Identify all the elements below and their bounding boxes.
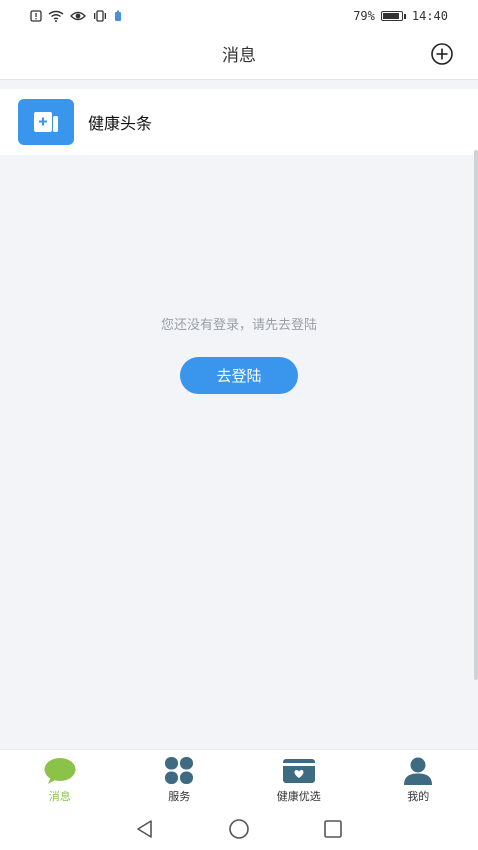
nav-item-health-select[interactable]: 健康优选 — [239, 750, 359, 807]
login-prompt-text: 您还没有登录，请先去登陆 — [160, 318, 317, 333]
nav-item-messages[interactable]: 消息 — [0, 750, 120, 807]
scrollbar[interactable] — [474, 150, 478, 680]
nav-item-profile[interactable]: 我的 — [359, 750, 478, 807]
battery-icon — [380, 11, 406, 21]
recents-square-icon — [324, 819, 342, 838]
person-icon — [404, 757, 433, 785]
nav-label: 我的 — [407, 790, 430, 803]
clover-icon — [165, 757, 194, 784]
nav-label: 健康优选 — [276, 790, 321, 803]
health-headlines-label: 健康头条 — [88, 114, 153, 133]
chat-bubble-icon — [44, 758, 76, 784]
bottom-nav: 消息 服务 健康优选 我的 — [0, 749, 478, 807]
health-news-icon — [18, 99, 74, 145]
health-headlines-item[interactable]: 健康头条 — [0, 89, 478, 155]
eye-icon — [70, 11, 86, 21]
page-title: 消息 — [222, 46, 256, 66]
battery-percent: 79% — [353, 9, 375, 23]
status-icons-right: 79% 14:40 — [353, 9, 448, 23]
home-button[interactable] — [227, 817, 251, 841]
add-circle-icon[interactable] — [430, 42, 454, 66]
alert-sim-icon — [30, 10, 42, 22]
vibrate-icon — [94, 10, 106, 22]
status-bar: 79% 14:40 — [0, 0, 478, 32]
nav-item-services[interactable]: 服务 — [120, 750, 240, 807]
nav-label: 服务 — [168, 790, 191, 803]
status-icons-left — [30, 10, 122, 22]
home-circle-icon — [229, 818, 249, 839]
login-button[interactable]: 去登陆 — [180, 357, 298, 394]
system-nav-bar — [0, 807, 478, 850]
recents-button[interactable] — [321, 817, 345, 841]
battery-saver-icon — [115, 10, 121, 21]
back-triangle-icon — [137, 819, 152, 838]
clock-time: 14:40 — [411, 9, 448, 23]
header-bar: 消息 — [0, 32, 478, 80]
nav-label: 消息 — [48, 790, 71, 803]
back-button[interactable] — [133, 817, 157, 841]
card-heart-icon — [282, 759, 315, 783]
wifi-icon — [48, 10, 64, 22]
